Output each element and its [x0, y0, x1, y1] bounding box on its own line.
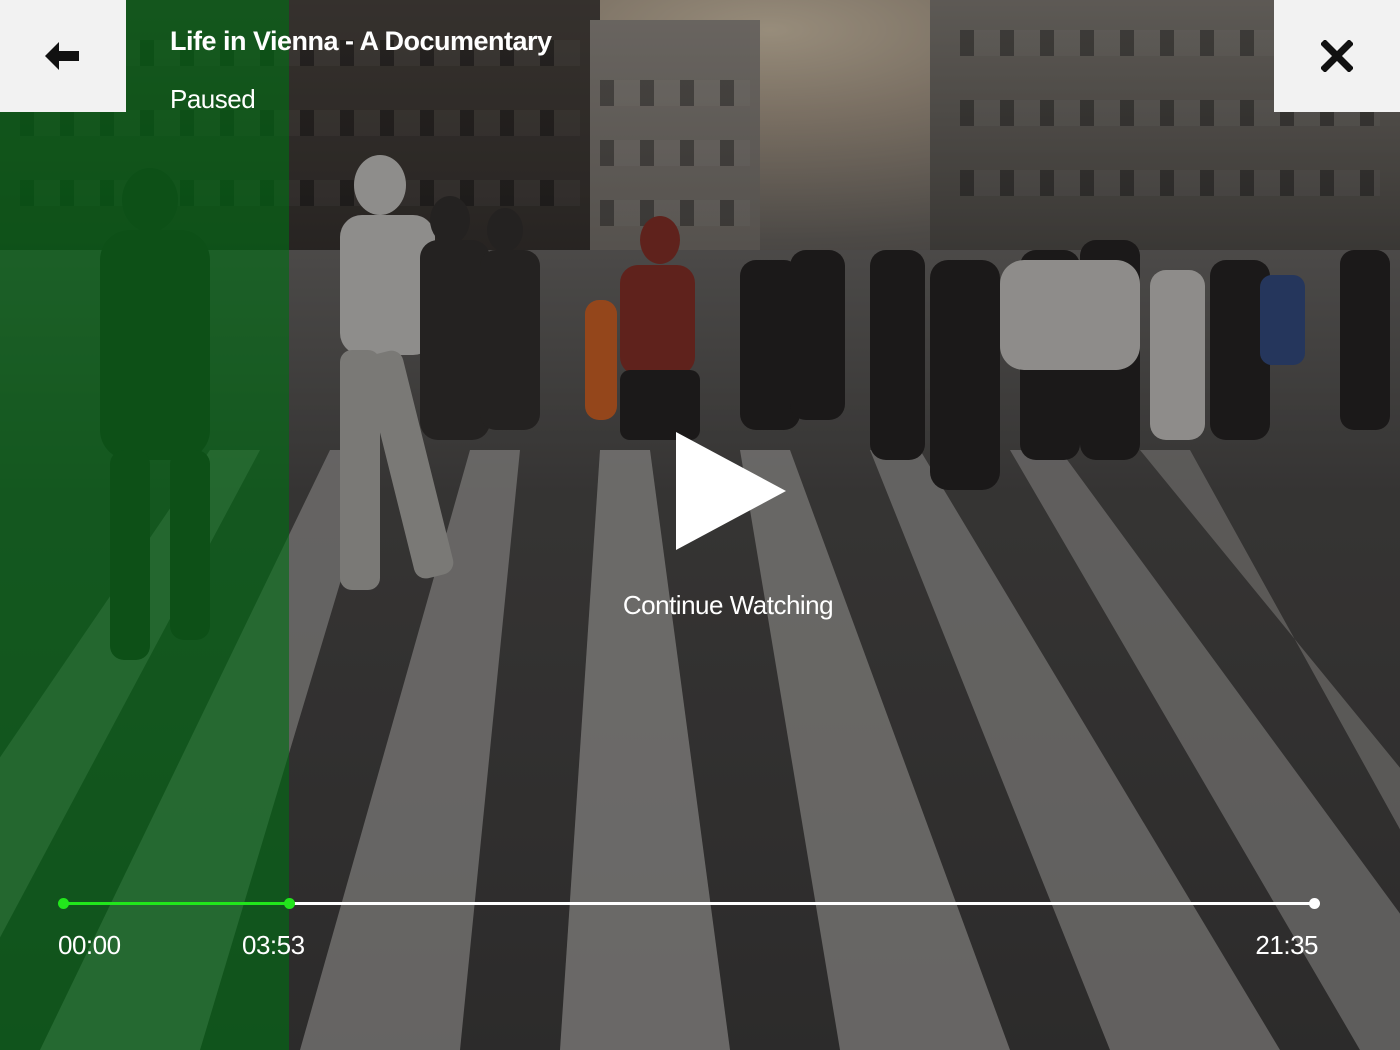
play-icon	[674, 432, 786, 554]
back-button[interactable]	[0, 0, 126, 112]
video-player[interactable]: Life in Vienna - A Documentary Paused Co…	[0, 0, 1400, 1050]
scrubber-handle[interactable]	[284, 898, 295, 909]
close-button[interactable]	[1274, 0, 1400, 112]
video-title: Life in Vienna - A Documentary	[170, 26, 552, 56]
seek-start-dot	[58, 898, 69, 909]
continue-watching-label[interactable]: Continue Watching	[528, 590, 928, 621]
arrow-left-icon	[45, 42, 81, 70]
close-icon	[1321, 40, 1353, 72]
playback-status: Paused	[170, 84, 256, 114]
seek-end-dot	[1309, 898, 1320, 909]
start-time: 00:00	[58, 930, 121, 960]
seek-progress	[64, 902, 289, 905]
play-button[interactable]	[674, 432, 786, 550]
current-time: 03:53	[242, 930, 305, 960]
seek-bar[interactable]	[58, 892, 1320, 916]
end-time: 21:35	[1255, 930, 1318, 960]
